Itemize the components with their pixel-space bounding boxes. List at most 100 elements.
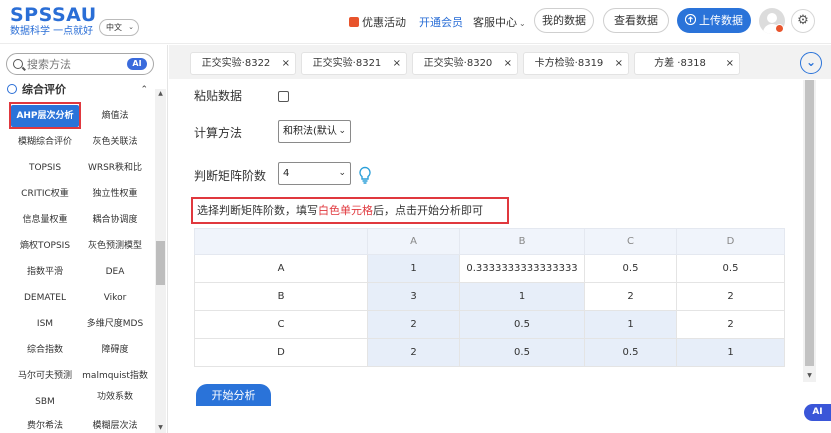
chevron-up-icon: ⌃ bbox=[140, 85, 148, 95]
history-tab[interactable]: 方差 ·8318 × bbox=[634, 52, 740, 75]
matrix-input-cell[interactable]: 0.5 bbox=[676, 254, 785, 283]
category-header[interactable]: 综合评价 ⌃ bbox=[6, 82, 154, 98]
method-item[interactable]: 耦合协调度 bbox=[81, 209, 149, 231]
close-icon[interactable]: × bbox=[393, 53, 401, 74]
chevron-down-icon[interactable]: ⌄ bbox=[800, 52, 822, 74]
method-item[interactable]: 模糊层次法 bbox=[81, 415, 149, 433]
method-item[interactable]: Vikor bbox=[81, 287, 149, 309]
matrix-row: D 2 0.5 0.5 1 bbox=[194, 338, 785, 367]
sidebar-scrollbar[interactable]: ▲ ▼ bbox=[155, 89, 166, 433]
matrix-value-cell: 1 bbox=[584, 310, 677, 339]
main-scroll-thumb[interactable] bbox=[805, 80, 814, 366]
method-item[interactable]: 信息量权重 bbox=[11, 209, 79, 231]
language-select[interactable]: 中文 ⌄ bbox=[99, 19, 139, 36]
matrix-column-header: B bbox=[459, 228, 585, 255]
matrix-row-label: A bbox=[194, 254, 368, 283]
member-link[interactable]: 开通会员 bbox=[419, 14, 463, 30]
scroll-down-arrow-icon[interactable]: ▼ bbox=[155, 423, 166, 433]
method-item[interactable]: 费尔希法 bbox=[11, 415, 79, 433]
method-item[interactable]: 指数平滑 bbox=[11, 261, 79, 283]
gear-icon[interactable]: ⚙ bbox=[791, 9, 815, 33]
hint-text-end: 后，点击开始分析即可 bbox=[373, 204, 483, 217]
matrix-value-cell: 2 bbox=[367, 310, 460, 339]
avatar-head bbox=[767, 13, 777, 23]
close-icon[interactable]: × bbox=[504, 53, 512, 74]
matrix-row: C 2 0.5 1 2 bbox=[194, 310, 785, 339]
method-item[interactable]: ISM bbox=[11, 313, 79, 335]
history-tab[interactable]: 正交实验·8321 × bbox=[301, 52, 407, 75]
service-label: 客服中心 bbox=[473, 16, 517, 29]
view-data-button[interactable]: 查看数据 bbox=[603, 8, 669, 33]
matrix-value-cell: 2 bbox=[367, 338, 460, 367]
matrix-value-cell: 3 bbox=[367, 282, 460, 311]
matrix-input-cell[interactable]: 0.5 bbox=[584, 254, 677, 283]
main-scrollbar[interactable]: ▼ bbox=[803, 80, 816, 382]
method-item[interactable]: malmquist指数 bbox=[81, 365, 149, 387]
matrix-header-row: ABCD bbox=[194, 228, 785, 255]
close-icon[interactable]: × bbox=[282, 53, 290, 74]
search-input[interactable] bbox=[27, 56, 127, 72]
matrix-order-select[interactable]: 4 ⌄ bbox=[278, 162, 351, 185]
promo-link[interactable]: 优惠活动 bbox=[349, 14, 406, 30]
method-item[interactable]: 灰色关联法 bbox=[81, 131, 149, 153]
service-center-menu[interactable]: 客服中心 ⌄ bbox=[473, 14, 526, 30]
category-icon bbox=[7, 84, 17, 94]
chevron-down-icon: ⌄ bbox=[338, 126, 346, 136]
sidebar-scroll-thumb[interactable] bbox=[156, 241, 165, 285]
method-item[interactable]: 多维尺度MDS bbox=[81, 313, 149, 335]
matrix-row-label: B bbox=[194, 282, 368, 311]
history-tab[interactable]: 正交实验·8320 × bbox=[412, 52, 518, 75]
method-item[interactable]: 熵值法 bbox=[81, 105, 149, 127]
scroll-up-arrow-icon[interactable]: ▲ bbox=[155, 89, 166, 99]
matrix-input-cell[interactable]: 0.3333333333333333 bbox=[459, 254, 585, 283]
instruction-hint: 选择判断矩阵阶数，填写白色单元格后，点击开始分析即可 bbox=[191, 197, 509, 224]
ai-search-badge[interactable]: AI bbox=[127, 58, 147, 70]
logo-slogan: 数据科学 一点就好 bbox=[10, 26, 94, 37]
method-item[interactable]: TOPSIS bbox=[11, 157, 79, 179]
method-item[interactable]: 障碍度 bbox=[81, 339, 149, 361]
my-data-button[interactable]: 我的数据 bbox=[534, 8, 594, 33]
hint-text-red: 白色单元格 bbox=[318, 204, 373, 217]
matrix-value-cell: 1 bbox=[367, 254, 460, 283]
history-tab-label: 正交实验·8322 bbox=[201, 58, 271, 69]
promo-label: 优惠活动 bbox=[362, 16, 406, 29]
method-item[interactable]: 熵权TOPSIS bbox=[11, 235, 79, 257]
history-tab-label: 正交实验·8321 bbox=[312, 58, 382, 69]
history-tab[interactable]: 正交实验·8322 × bbox=[190, 52, 296, 75]
matrix-input-cell[interactable]: 2 bbox=[676, 310, 785, 339]
lightbulb-icon[interactable] bbox=[357, 166, 373, 184]
notification-badge bbox=[775, 24, 784, 33]
upload-data-button[interactable]: 上传数据 bbox=[677, 8, 751, 33]
method-item[interactable]: DEA bbox=[81, 261, 149, 283]
method-item[interactable]: 独立性权重 bbox=[81, 183, 149, 205]
ai-assistant-button[interactable]: AI bbox=[804, 404, 831, 421]
method-item[interactable]: 马尔可夫预测 bbox=[11, 365, 79, 387]
method-item[interactable]: 功效系数 bbox=[81, 391, 149, 413]
matrix-column-header: C bbox=[584, 228, 677, 255]
method-item[interactable]: SBM bbox=[11, 391, 79, 413]
method-item[interactable]: 灰色预测模型 bbox=[81, 235, 149, 257]
logo[interactable]: SPSSAU 数据科学 一点就好 bbox=[10, 5, 105, 38]
start-analysis-button[interactable]: 开始分析 bbox=[196, 384, 271, 406]
gift-icon bbox=[349, 17, 359, 27]
paste-data-checkbox[interactable] bbox=[278, 91, 289, 102]
method-item[interactable]: WRSR秩和比 bbox=[81, 157, 149, 179]
method-item[interactable]: CRITIC权重 bbox=[11, 183, 79, 205]
chevron-down-icon: ⌄ bbox=[519, 19, 526, 28]
history-tabs-bar: 正交实验·8322 × 正交实验·8321 × 正交实验·8320 × 卡方检验·8319 ×… bbox=[169, 45, 831, 79]
close-icon[interactable]: × bbox=[726, 53, 734, 74]
matrix-input-cell[interactable]: 2 bbox=[584, 282, 677, 311]
close-icon[interactable]: × bbox=[615, 53, 623, 74]
method-item[interactable]: 综合指数 bbox=[11, 339, 79, 361]
history-tab[interactable]: 卡方检验·8319 × bbox=[523, 52, 629, 75]
method-item[interactable]: DEMATEL bbox=[11, 287, 79, 309]
matrix-value-cell: 0.5 bbox=[584, 338, 677, 367]
scroll-down-arrow-icon[interactable]: ▼ bbox=[803, 370, 816, 382]
app-root: SPSSAU 数据科学 一点就好 中文 ⌄ 优惠活动 开通会员 客服中心 ⌄ 我的… bbox=[0, 0, 831, 433]
matrix-input-cell[interactable]: 2 bbox=[676, 282, 785, 311]
matrix-value-cell: 1 bbox=[459, 282, 585, 311]
method-select[interactable]: 和积法(默认 ⌄ bbox=[278, 120, 351, 143]
method-item[interactable]: 模糊综合评价 bbox=[11, 131, 79, 153]
method-label: 计算方法 bbox=[194, 126, 243, 140]
matrix-value-cell: 0.5 bbox=[459, 310, 585, 339]
